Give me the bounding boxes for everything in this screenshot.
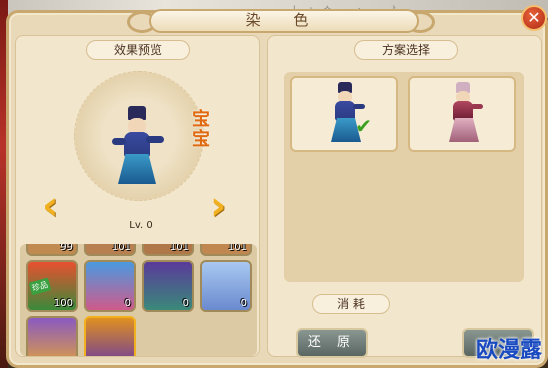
rotate-right-button[interactable]: › <box>210 186 240 226</box>
dye-window: 染 色 ✕ 效果预览 宝宝 ‹ › Lv. 0 99 101 101 101 珍… <box>6 5 548 368</box>
inventory-slot-top-1[interactable]: 99 <box>26 244 78 256</box>
scheme-option-1[interactable]: ✔ <box>290 76 398 152</box>
scheme-list: ✔ <box>284 72 524 282</box>
slot-count: 101 <box>227 244 247 253</box>
avatar-fire-warrior[interactable]: 珍品 100 <box>26 260 78 312</box>
selected-check-icon: ✔ <box>355 114 372 138</box>
avatar-purple-mask[interactable]: 0 <box>142 260 194 312</box>
close-button[interactable]: ✕ <box>521 5 547 31</box>
slot-count: 0 <box>182 298 189 309</box>
window-title: 染 色 <box>149 9 419 33</box>
preview-section-label: 效果预览 <box>86 40 190 60</box>
slot-count: 101 <box>111 244 131 253</box>
avatar-orange-selected[interactable] <box>84 316 136 356</box>
level-label: Lv. 0 <box>129 220 153 231</box>
slot-count: 0 <box>124 298 131 309</box>
scheme-option-2[interactable] <box>408 76 516 152</box>
inventory-slot-top-4[interactable]: 101 <box>200 244 252 256</box>
preview-character <box>106 106 166 196</box>
slot-count: 0 <box>240 298 247 309</box>
slot-count: 99 <box>60 244 73 253</box>
avatar-white-hair[interactable]: 0 <box>200 260 252 312</box>
restore-button[interactable]: 还 原 <box>296 328 368 358</box>
slot-count: 101 <box>169 244 189 253</box>
inventory-slot-top-2[interactable]: 101 <box>84 244 136 256</box>
inventory-grid: 99 101 101 101 珍品 100 0 0 0 <box>20 244 257 356</box>
preview-panel: 效果预览 宝宝 ‹ › Lv. 0 99 101 101 101 珍品 100 … <box>15 35 260 357</box>
slot-count: 100 <box>53 298 73 309</box>
pet-name-label: 宝宝 <box>192 109 210 150</box>
rotate-left-button[interactable]: ‹ <box>42 186 72 226</box>
avatar-blue-girl[interactable]: 0 <box>84 260 136 312</box>
avatar-purple-lady[interactable] <box>26 316 78 356</box>
rare-badge: 珍品 <box>28 277 52 296</box>
scheme-character-pink <box>444 82 484 148</box>
scheme-section-label: 方案选择 <box>354 40 458 60</box>
watermark-text: 欧漫露 <box>475 338 542 363</box>
inventory-slot-top-3[interactable]: 101 <box>142 244 194 256</box>
scheme-panel: 方案选择 ✔ 消 耗 还 原 <box>267 35 542 358</box>
cost-label: 消 耗 <box>312 294 390 314</box>
